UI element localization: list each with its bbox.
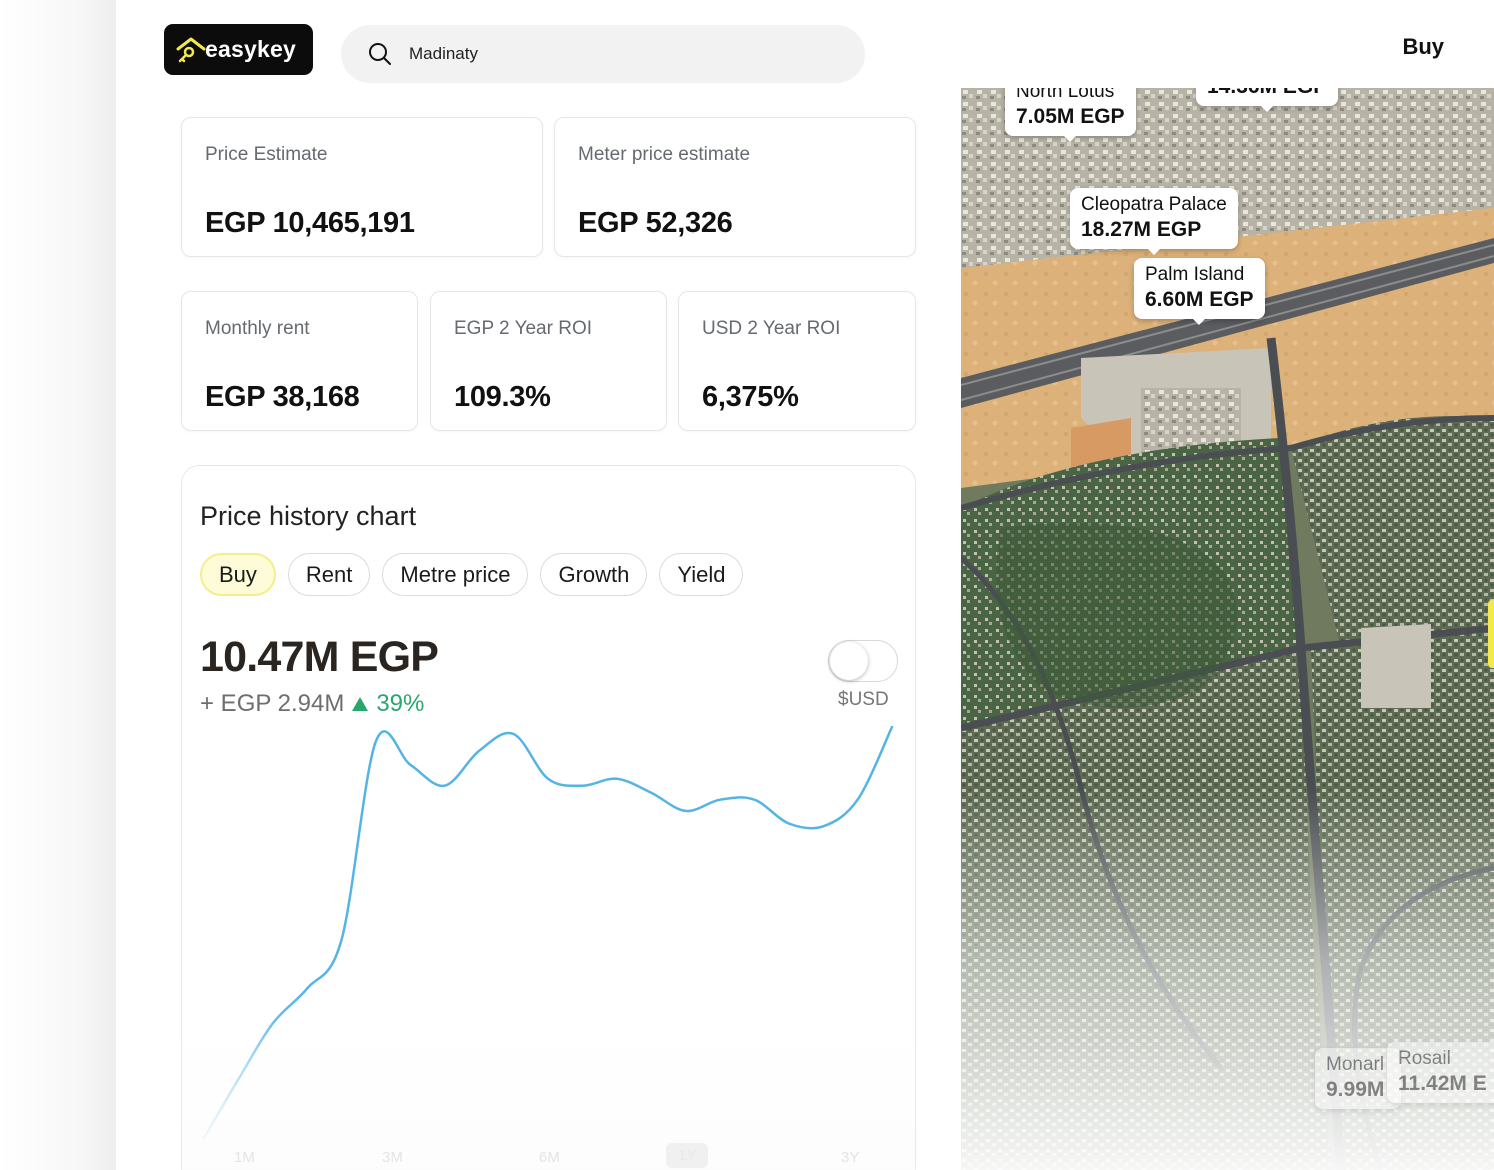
meter-price-card: Meter price estimate EGP 52,326 [554,117,916,257]
range-3y[interactable]: 3Y [841,1149,859,1166]
map-pin-rosail[interactable]: Rosail 11.42M E [1387,1042,1494,1103]
pin-price: 11.42M E [1398,1072,1487,1095]
data-point[interactable] [406,761,414,769]
data-point[interactable] [819,822,827,830]
pin-name: Monarl [1326,1054,1385,1075]
map-pin-partial[interactable]: 14.36M EGP [1196,88,1339,112]
pin-price: 18.27M EGP [1081,218,1202,241]
left-shadow [0,0,116,1170]
card-value: 6,375% [702,381,799,413]
pin-price: 6.60M EGP [1145,288,1254,311]
data-point[interactable] [578,782,586,790]
price-history-panel: Price history chart Buy Rent Metre price… [181,465,916,1170]
range-6m[interactable]: 6M [539,1149,560,1166]
data-point[interactable] [303,984,311,992]
data-point[interactable] [716,796,724,804]
card-label: Price Estimate [205,144,328,165]
key-house-icon [176,37,206,62]
map-pin-cleopatra-palace[interactable]: Cleopatra Palace 18.27M EGP [1070,188,1238,255]
page: easykey Buy Price Estimate EGP 10,465,19… [0,0,1494,1170]
data-point[interactable] [613,775,621,783]
data-point[interactable] [441,782,449,790]
search-icon [369,43,391,65]
search-bar[interactable] [341,25,865,83]
data-point[interactable] [854,796,862,804]
usd-roi-card: USD 2 Year ROI 6,375% [678,291,916,431]
data-point[interactable] [269,1019,277,1027]
range-1m[interactable]: 1M [234,1149,255,1166]
data-point[interactable] [544,775,552,783]
card-value: EGP 52,326 [578,207,733,239]
data-point[interactable] [372,737,380,745]
card-value: EGP 38,168 [205,381,360,413]
price-line-chart [200,723,896,1142]
monthly-rent-card: Monthly rent EGP 38,168 [181,291,418,431]
map-pin-palm-island[interactable]: Palm Island 6.60M EGP [1134,258,1265,325]
buy-nav-link[interactable]: Buy [1402,34,1444,60]
pin-name: Palm Island [1145,264,1245,285]
data-point[interactable] [338,935,346,943]
range-1y[interactable]: 1Y [666,1143,709,1168]
range-selector: 1M 3M 6M 1Y 3Y [182,1143,915,1170]
map-side-handle[interactable] [1488,600,1494,668]
data-point[interactable] [785,819,793,827]
data-point[interactable] [888,723,896,731]
pin-name: Rosail [1398,1048,1451,1069]
price-series-line [202,725,894,1140]
data-point[interactable] [750,796,758,804]
satellite-map[interactable]: North Lotus 7.05M EGP 14.36M EGP Cleopat… [961,88,1494,1170]
data-point[interactable] [510,730,518,738]
data-point[interactable] [475,747,483,755]
logo-text: easykey [205,36,296,62]
data-point[interactable] [682,807,690,815]
range-3m[interactable]: 3M [382,1149,403,1166]
price-estimate-card: Price Estimate EGP 10,465,191 [181,117,543,257]
card-label: EGP 2 Year ROI [454,318,593,339]
card-label: Meter price estimate [578,144,751,165]
easykey-logo[interactable]: easykey [164,24,313,75]
pin-price: 9.99M [1326,1078,1385,1101]
pin-name: Cleopatra Palace [1081,194,1227,215]
pin-name: North Lotus [1016,88,1115,102]
card-label: Monthly rent [205,318,310,339]
app-window: easykey Buy Price Estimate EGP 10,465,19… [116,0,1494,1170]
data-point[interactable] [647,789,655,797]
card-value: EGP 10,465,191 [205,207,415,239]
pin-price: 7.05M EGP [1016,105,1125,128]
data-point[interactable] [234,1075,242,1083]
search-input[interactable] [409,44,809,64]
pin-price: 14.36M EGP [1207,88,1327,100]
egp-roi-card: EGP 2 Year ROI 109.3% [430,291,667,431]
card-value: 109.3% [454,381,551,413]
map-pin-north-lotus[interactable]: North Lotus 7.05M EGP [1005,88,1136,142]
map-imagery [961,88,1494,1170]
card-label: USD 2 Year ROI [702,318,841,339]
data-point[interactable] [200,1134,208,1142]
